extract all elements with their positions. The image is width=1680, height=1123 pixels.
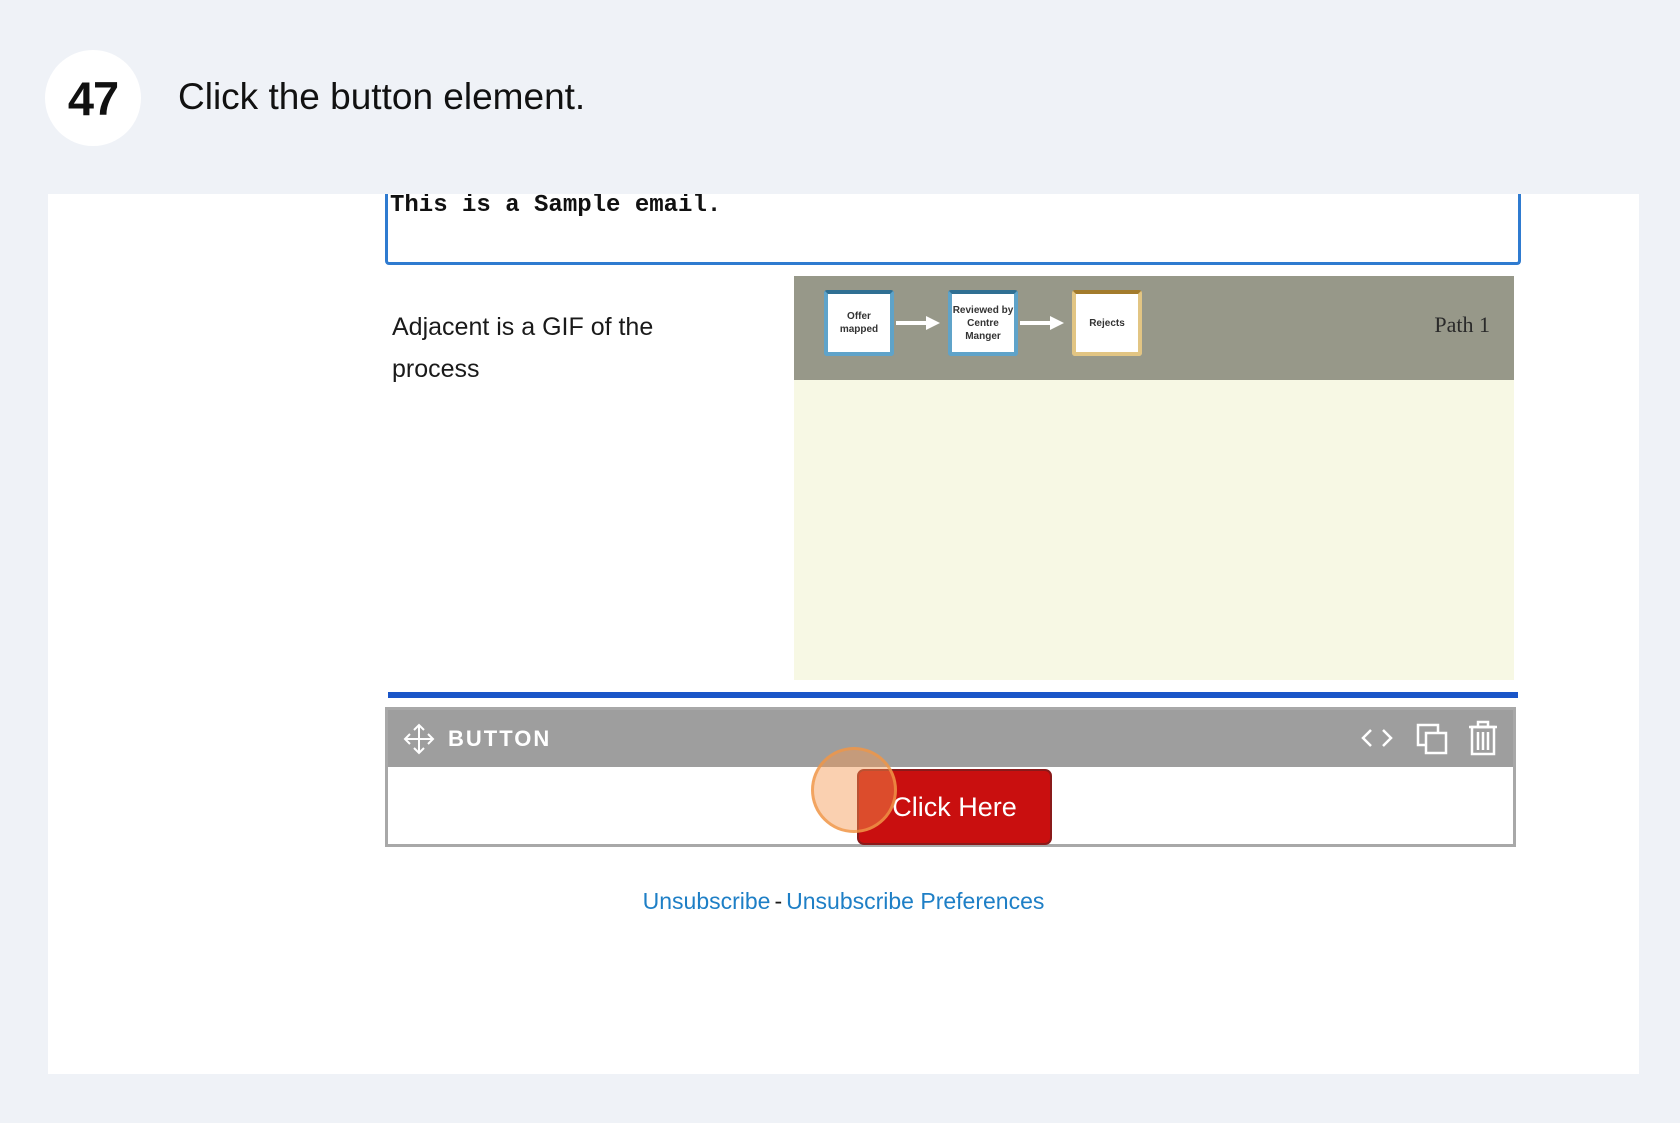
sample-email-text: This is a Sample email.	[390, 194, 722, 219]
adjacent-text: Adjacent is a GIF of the process	[392, 313, 654, 383]
button-block-toolbar: BUTTON	[388, 710, 1513, 767]
flow-box-reviewed: Reviewed by Centre Manger	[948, 290, 1018, 356]
duplicate-icon[interactable]	[1415, 722, 1449, 756]
flow-box-rejects: Rejects	[1072, 290, 1142, 356]
process-gif: Offer mapped Reviewed by Centre Manger R…	[794, 276, 1514, 680]
unsubscribe-preferences-link[interactable]: Unsubscribe Preferences	[786, 888, 1044, 914]
selection-divider	[388, 692, 1518, 698]
click-here-button[interactable]: Click Here	[857, 769, 1052, 845]
flow-box-offer-mapped: Offer mapped	[824, 290, 894, 356]
arrow-right-icon	[896, 316, 940, 330]
move-icon[interactable]	[402, 722, 436, 756]
text-block[interactable]: This is a Sample email.	[385, 194, 1521, 265]
trash-icon[interactable]	[1467, 720, 1499, 756]
unsubscribe-link[interactable]: Unsubscribe	[643, 888, 771, 914]
tutorial-frame: 47 Click the button element. This is a S…	[0, 0, 1680, 1123]
button-block[interactable]: BUTTON Click Here	[385, 707, 1516, 847]
arrow-right-icon	[1020, 316, 1064, 330]
path-label: Path 1	[1434, 312, 1490, 337]
step-instruction: Click the button element.	[178, 76, 586, 117]
gif-header-band: Offer mapped Reviewed by Centre Manger R…	[794, 276, 1514, 380]
code-icon[interactable]	[1359, 724, 1395, 752]
footer-separator: -	[774, 888, 783, 914]
footer-links: Unsubscribe - Unsubscribe Preferences	[48, 888, 1639, 915]
step-number-badge: 47	[45, 50, 141, 146]
button-block-label: BUTTON	[448, 726, 552, 751]
email-editor-canvas: This is a Sample email. Adjacent is a GI…	[48, 194, 1639, 1074]
